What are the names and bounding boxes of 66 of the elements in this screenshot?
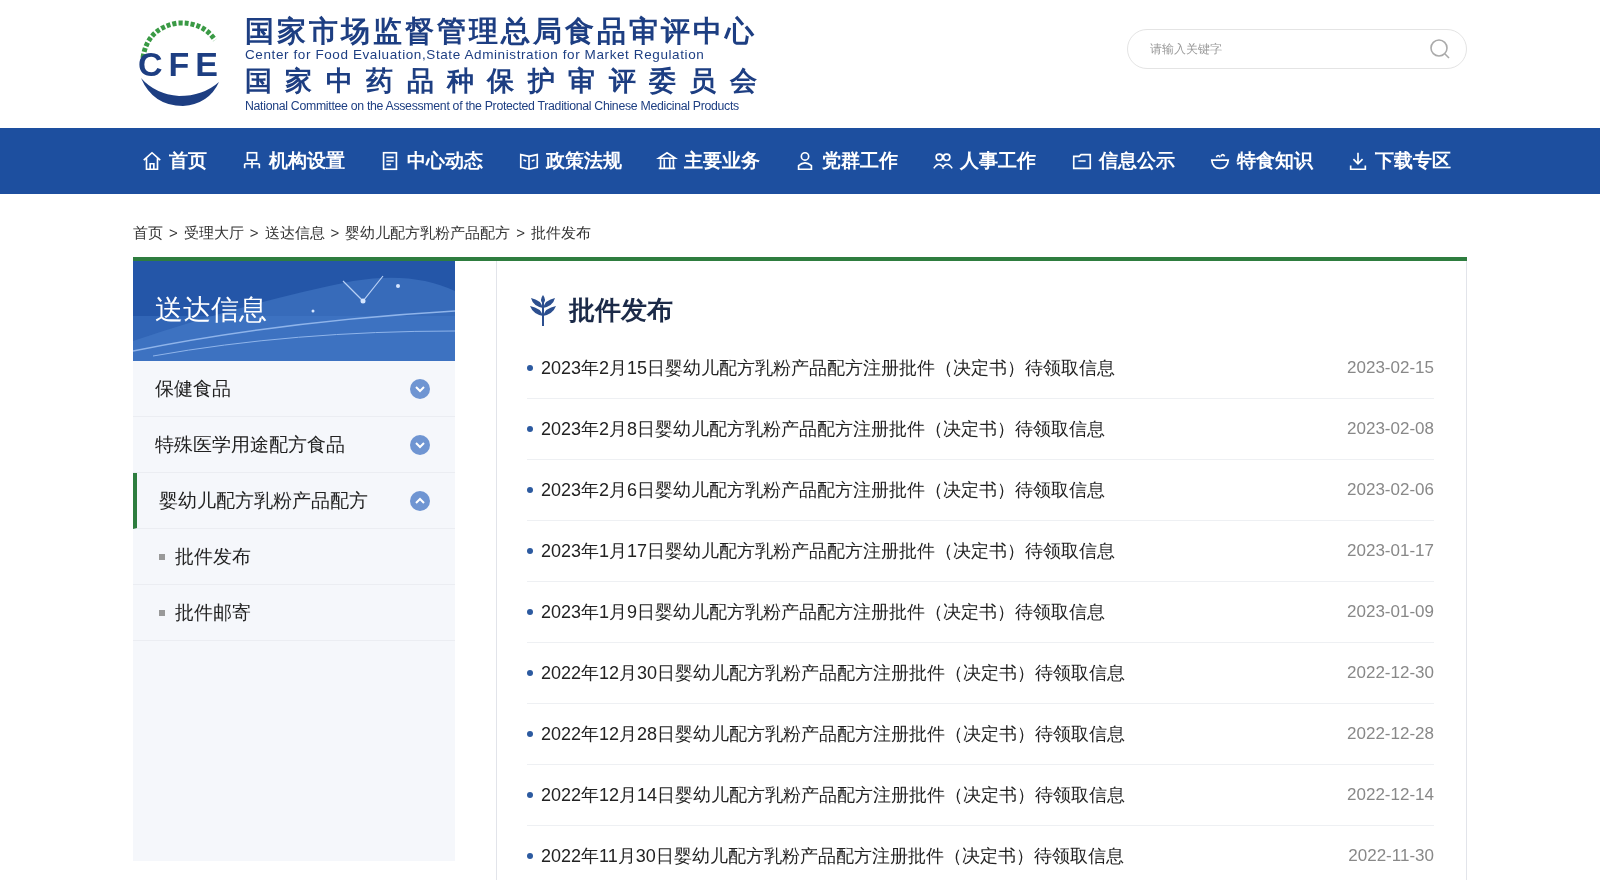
article-link[interactable]: 2023年1月17日婴幼儿配方乳粉产品配方注册批件（决定书）待领取信息 xyxy=(541,539,1340,563)
article-link[interactable]: 2022年11月30日婴幼儿配方乳粉产品配方注册批件（决定书）待领取信息 xyxy=(541,844,1341,868)
expand-icon[interactable] xyxy=(409,433,431,456)
sidebar-title: 送达信息 xyxy=(155,293,267,327)
article-link[interactable]: 2023年2月6日婴幼儿配方乳粉产品配方注册批件（决定书）待领取信息 xyxy=(541,478,1340,502)
bullet-icon xyxy=(527,487,533,493)
committee-title-english: National Committee on the Assessment of the Protected Traditional Chinese Medicinal Products xyxy=(245,99,740,113)
expand-icon[interactable] xyxy=(409,377,431,400)
nav-item[interactable]: 中心动态 xyxy=(379,148,484,174)
nav-item[interactable]: 人事工作 xyxy=(932,148,1037,174)
article-link[interactable]: 2023年1月9日婴幼儿配方乳粉产品配方注册批件（决定书）待领取信息 xyxy=(541,600,1340,624)
article-link[interactable]: 2022年12月30日婴幼儿配方乳粉产品配方注册批件（决定书）待领取信息 xyxy=(541,661,1340,685)
nav-item[interactable]: 主要业务 xyxy=(655,148,760,174)
article-link[interactable]: 2022年12月28日婴幼儿配方乳粉产品配方注册批件（决定书）待领取信息 xyxy=(541,722,1340,746)
sidebar-item[interactable]: 保健食品 xyxy=(133,361,455,417)
breadcrumb-link[interactable]: 批件发布 xyxy=(531,224,592,243)
wheat-icon xyxy=(527,293,559,328)
nav-item[interactable]: 机构设置 xyxy=(241,148,346,174)
breadcrumb-separator: > xyxy=(330,224,340,243)
nav-item[interactable]: 党群工作 xyxy=(794,148,899,174)
bullet-icon xyxy=(527,609,533,615)
nav-item[interactable]: 下载专区 xyxy=(1346,148,1451,174)
article-date: 2023-01-09 xyxy=(1347,602,1434,622)
article-link[interactable]: 2023年2月15日婴幼儿配方乳粉产品配方注册批件（决定书）待领取信息 xyxy=(541,356,1340,380)
breadcrumb-separator: > xyxy=(169,224,178,243)
building-icon xyxy=(655,150,678,172)
breadcrumb-link[interactable]: 首页 xyxy=(133,224,163,243)
article-date: 2023-02-08 xyxy=(1347,419,1434,439)
breadcrumb-link[interactable]: 受理大厅 xyxy=(183,224,244,243)
nav-item[interactable]: 政策法规 xyxy=(517,148,622,174)
breadcrumb-link[interactable]: 婴幼儿配方乳粉产品配方 xyxy=(345,224,511,243)
breadcrumb-link[interactable]: 送达信息 xyxy=(264,224,325,243)
bullet-icon xyxy=(527,426,533,432)
site-title: 国家市场监督管理总局食品审评中心 xyxy=(245,15,758,47)
article-date: 2022-11-30 xyxy=(1348,846,1434,866)
bullet-icon xyxy=(527,548,533,554)
bullet-icon xyxy=(527,365,533,371)
nav-item[interactable]: 信息公示 xyxy=(1070,148,1175,174)
article-date: 2023-02-06 xyxy=(1347,480,1434,500)
nav-item[interactable]: 特食知识 xyxy=(1208,148,1313,174)
article-link[interactable]: 2023年2月8日婴幼儿配方乳粉产品配方注册批件（决定书）待领取信息 xyxy=(541,417,1340,441)
article-date: 2022-12-28 xyxy=(1347,724,1434,744)
house-icon xyxy=(141,150,163,172)
bullet-icon xyxy=(527,731,533,737)
breadcrumb-separator: > xyxy=(516,224,526,243)
committee-title: 国家中药品种保护审评委员会 xyxy=(245,65,771,98)
search-icon[interactable] xyxy=(1429,38,1451,60)
sidebar-item[interactable]: 婴幼儿配方乳粉产品配方 xyxy=(133,473,455,529)
bullet-icon xyxy=(527,670,533,676)
section-title: 批件发布 xyxy=(569,294,673,327)
sidebar-item[interactable]: 特殊医学用途配方食品 xyxy=(133,417,455,473)
sidebar-subitem[interactable]: 批件邮寄 xyxy=(133,585,455,641)
nav-item[interactable]: 首页 xyxy=(141,148,207,174)
sidebar-subitem[interactable]: 批件发布 xyxy=(133,529,455,585)
article-link[interactable]: 2022年12月14日婴幼儿配方乳粉产品配方注册批件（决定书）待领取信息 xyxy=(541,783,1340,807)
search-field[interactable]: 请输入关键字 xyxy=(1127,29,1467,69)
article-date: 2023-02-15 xyxy=(1347,358,1434,378)
article-date: 2022-12-30 xyxy=(1347,663,1434,683)
article-date: 2022-12-14 xyxy=(1347,785,1434,805)
collapse-icon[interactable] xyxy=(409,489,431,512)
people-icon xyxy=(932,150,955,172)
bullet-icon xyxy=(527,792,533,798)
site-title-english: Center for Food Evaluation,State Administration for Market Regulation xyxy=(245,47,706,63)
breadcrumb-separator: > xyxy=(249,224,259,243)
bullet-icon xyxy=(527,853,533,859)
article-date: 2023-01-17 xyxy=(1347,541,1434,561)
